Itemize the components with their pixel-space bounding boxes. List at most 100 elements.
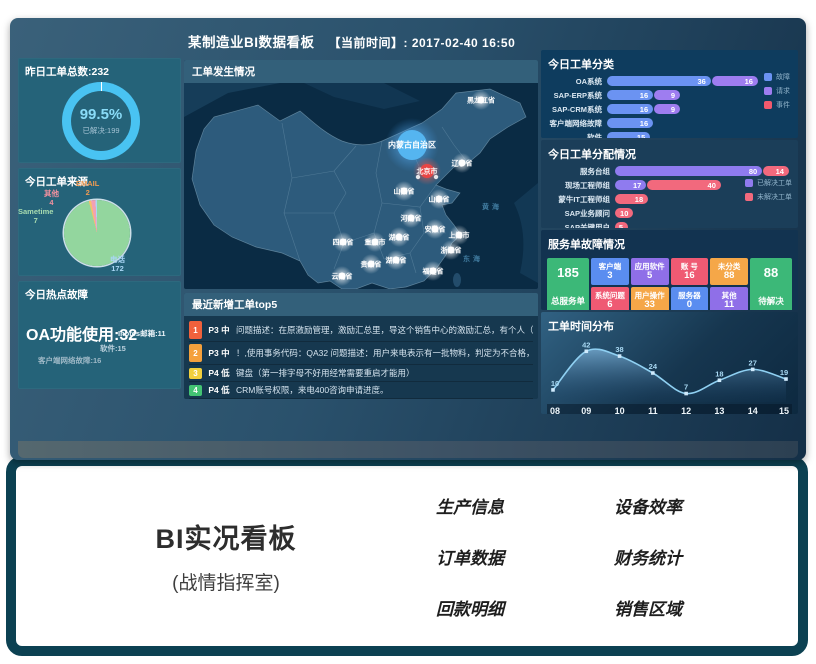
map-bubble-label: 浙江省	[441, 246, 462, 255]
svg-text:24: 24	[649, 362, 658, 371]
bar-track: 1740	[615, 180, 722, 190]
bar-label: SAP关键用户	[547, 222, 615, 229]
pie-slice-value: 4	[44, 199, 59, 208]
top5-priority: P3 中	[202, 347, 236, 359]
legend-swatch	[764, 87, 772, 95]
top5-description: CRM账号权限，来电400咨询申请进度。	[236, 384, 533, 396]
panel-time-title: 工单时间分布	[541, 312, 798, 336]
map-bubble-label: 内蒙古自治区	[388, 140, 436, 150]
svg-text:38: 38	[615, 345, 623, 354]
bar-segment-故障: 15	[607, 132, 650, 138]
map-taiwan	[453, 273, 461, 287]
bar-label: 蒙牛IT工程师组	[547, 194, 615, 205]
legend-label: 故障	[776, 72, 790, 82]
svg-text:7: 7	[684, 383, 688, 392]
tile-cell-value: 11	[724, 300, 734, 310]
bar-label: 软件	[547, 132, 607, 139]
svg-text:27: 27	[749, 358, 757, 367]
menu-item-equipment-efficiency[interactable]: 设备效率	[614, 493, 682, 518]
top5-row: 4P4 低CRM账号权限，来电400咨询申请进度。	[189, 382, 533, 399]
map-bubble-北京市: 北京市	[413, 157, 441, 185]
panel-top5-title: 最近新增工单top5	[184, 293, 538, 316]
map-bubble-label: 上海市	[449, 231, 470, 240]
bar-segment-未解决工单: 40	[647, 180, 721, 190]
bar-segment-未解决工单: 5	[615, 222, 628, 228]
donut-percent: 99.5%	[80, 106, 123, 123]
tile-未分类: 未分类88	[710, 258, 748, 285]
legend-swatch	[764, 101, 772, 109]
pie-label-Sametime: Sametime7	[18, 208, 53, 225]
sea-label: 东海	[463, 254, 483, 263]
bar-segment-故障: 16	[607, 118, 653, 128]
tile-value: 185	[549, 265, 587, 280]
svg-text:18: 18	[715, 369, 723, 378]
top5-row: 1P3 中问题描述：在原激励管理，激励汇总里，导这个销售中心的激励汇总，有个人（…	[189, 319, 533, 342]
bar-label: SAP-CRM系统	[547, 104, 607, 115]
sea-label: 黄海	[482, 202, 502, 211]
tile-cell-value: 33	[644, 300, 655, 310]
top5-rank-badge: 2	[189, 344, 202, 362]
map-foreign-land-2	[304, 83, 420, 109]
bar-segment-故障: 16	[607, 90, 653, 100]
tile-label: 总服务单	[549, 295, 587, 307]
map-bubble-label: 安徽省	[425, 225, 446, 234]
map-bubble-label: 四川省	[333, 238, 354, 247]
classification-legend: 故障请求事件	[764, 72, 790, 110]
menu-item-order-data[interactable]: 订单数据	[436, 544, 504, 569]
footer-menu: 生产信息 设备效率 订单数据 财务统计 回款明细 销售区域	[436, 493, 682, 620]
menu-item-payment-detail[interactable]: 回款明细	[436, 595, 504, 620]
pie-label-EMAIL: EMAIL2	[76, 180, 99, 197]
top5-priority: P3 中	[202, 324, 236, 336]
map-bubble-label: 湖北省	[389, 233, 410, 242]
map-bubble-label: 辽宁省	[452, 159, 473, 168]
svg-text:10: 10	[615, 406, 625, 414]
pie-label-电话: 电话172	[110, 256, 125, 273]
china-map: 黄海东海 黑龙江省内蒙古自治区辽宁省北京市山西省山东省河南省安徽省上海市湖北省四…	[184, 83, 538, 289]
tile-其他: 其他11	[710, 287, 748, 310]
map-bubble-label: 云南省	[332, 272, 353, 281]
menu-item-production-info[interactable]: 生产信息	[436, 493, 504, 518]
time-area-chart: 1008420938102411712181327141915	[547, 336, 792, 414]
current-time-label: 【当前时间】: 2017-02-40 16:50	[329, 36, 516, 50]
legend-item-故障: 故障	[764, 72, 790, 82]
tile-cell-value: 3	[607, 271, 612, 281]
panel-time-distribution: 工单时间分布 1008420938102411712181327141915	[541, 312, 798, 414]
classification-bars: OA系统3616SAP-ERP系统169SAP-CRM系统169客户端网络故障1…	[541, 74, 798, 138]
bi-dashboard: 某制造业BI数据看板【当前时间】: 2017-02-40 16:50 昨日工单总…	[10, 18, 806, 460]
menu-item-sales-region[interactable]: 销售区域	[614, 595, 682, 620]
top5-description: 问题描述：在原激励管理，激励汇总里，导这个销售中心的激励汇总，有个人（00040…	[236, 324, 533, 336]
bar-row-SAP业务顾问: SAP业务顾问10	[547, 206, 792, 220]
dashboard-title: 某制造业BI数据看板【当前时间】: 2017-02-40 16:50	[188, 31, 515, 51]
tile-label: 待解决	[752, 295, 790, 307]
tile-cell-value: 6	[607, 300, 612, 310]
tile-用户操作: 用户操作33	[631, 287, 669, 310]
bar-track: 5	[615, 222, 629, 228]
tile-账 号: 账 号16	[671, 258, 709, 285]
map-bubble-label: 山东省	[429, 195, 450, 204]
tile-系统问题: 系统问题6	[591, 287, 629, 310]
svg-text:09: 09	[581, 406, 591, 414]
panel-source-title: 今日工单来源	[18, 168, 181, 191]
tile-cell-value: 5	[647, 271, 652, 281]
panel-map-title: 工单发生情况	[184, 60, 538, 83]
legend-item-事件: 事件	[764, 100, 790, 110]
fault-tiles: 185总服务单客户端3应用软件5账 号16未分类88系统问题6用户操作33服务器…	[547, 258, 792, 310]
bar-label: SAP-ERP系统	[547, 90, 607, 101]
bar-row-SAP-ERP系统: SAP-ERP系统169	[547, 88, 792, 102]
menu-item-finance-stats[interactable]: 财务统计	[614, 544, 682, 569]
dashboard-title-text: 某制造业BI数据看板	[188, 35, 315, 50]
svg-text:19: 19	[780, 368, 788, 377]
top5-rank-badge: 1	[189, 321, 202, 339]
bar-track: 16	[607, 118, 654, 128]
bar-segment-未解决工单: 10	[615, 208, 633, 218]
panel-hotspot-title: 今日热点故障	[18, 281, 181, 304]
dashboard-bottom-bezel	[18, 441, 798, 458]
tile-total: 185 总服务单	[547, 258, 589, 310]
legend-item-请求: 请求	[764, 86, 790, 96]
bar-label: SAP业务顾问	[547, 208, 615, 219]
svg-text:42: 42	[582, 340, 590, 349]
top5-priority: P4 低	[202, 367, 236, 379]
svg-text:15: 15	[779, 406, 789, 414]
donut-resolved-label: 已解决:199	[82, 125, 119, 136]
brand-block: BI实况看板 (战情指挥室)	[116, 517, 336, 595]
